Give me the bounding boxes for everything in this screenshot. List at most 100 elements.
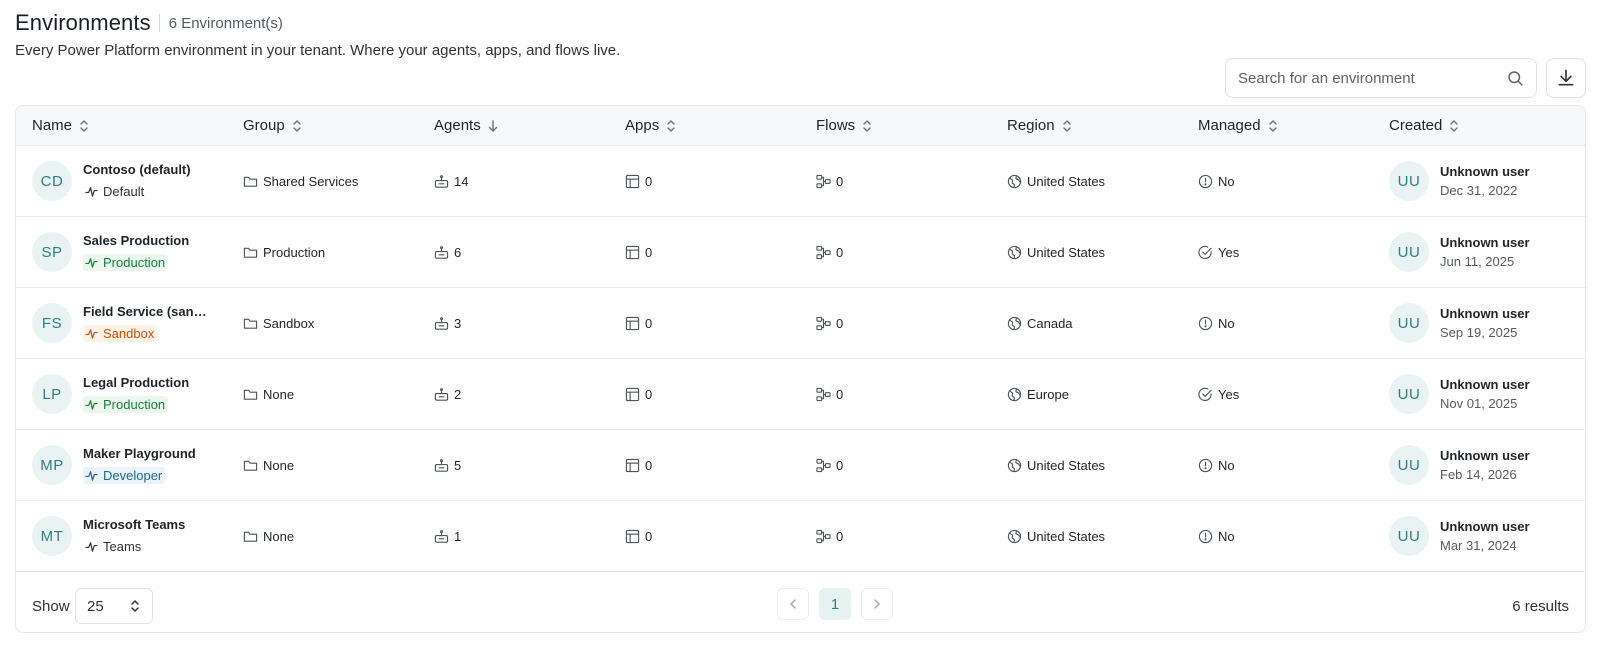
flows-value: 0 [836, 244, 844, 260]
cell-agents: 14 [434, 146, 468, 216]
globe-icon [1007, 245, 1022, 259]
cell-name: LP Legal Production Production [32, 359, 189, 429]
creator-avatar: UU [1389, 161, 1429, 201]
flows-value: 0 [836, 315, 844, 331]
page-title: Environments [15, 10, 151, 35]
cell-region: United States [1007, 430, 1105, 500]
table-body: CD Contoso (default) Default Shared Serv… [16, 146, 1585, 572]
page-button-current[interactable]: 1 [819, 588, 851, 620]
table-header: Name Group Agents Apps Flows Region Managed Cre… [16, 106, 1585, 146]
cell-group: None [243, 359, 294, 429]
environment-name[interactable]: Sales Production [83, 233, 189, 248]
cell-flows: 0 [816, 430, 843, 500]
group-value: None [263, 386, 295, 402]
environment-name[interactable]: Legal Production [83, 375, 189, 390]
globe-icon [1007, 387, 1022, 401]
table-row[interactable]: MP Maker Playground Developer None 5 0 0… [16, 430, 1585, 501]
previous-page-button[interactable] [777, 588, 809, 620]
next-page-button[interactable] [861, 588, 893, 620]
cell-apps: 0 [625, 217, 652, 287]
region-value: United States [1027, 457, 1106, 473]
globe-icon [1007, 174, 1022, 188]
robot-icon [434, 174, 449, 188]
column-header-label: Created [1389, 117, 1443, 134]
cell-name: MT Microsoft Teams Teams [32, 501, 185, 571]
column-header-agents[interactable]: Agents [434, 117, 499, 134]
environment-name[interactable]: Maker Playground [83, 446, 196, 461]
info-circle-icon [1198, 458, 1213, 472]
folder-icon [243, 389, 258, 400]
region-value: United States [1027, 173, 1106, 189]
environment-count: 6 Environment(s) [168, 14, 283, 32]
environment-type-badge: Sandbox [83, 325, 158, 342]
table-row[interactable]: MT Microsoft Teams Teams None 1 0 0 Unit… [16, 501, 1585, 572]
group-value: Sandbox [263, 315, 315, 331]
column-header-flows[interactable]: Flows [816, 117, 873, 134]
flow-icon [816, 245, 831, 259]
environment-name[interactable]: Contoso (default) [83, 162, 191, 177]
column-header-label: Agents [434, 117, 481, 134]
cell-apps: 0 [625, 501, 652, 571]
flows-value: 0 [836, 528, 844, 544]
column-header-managed[interactable]: Managed [1198, 117, 1279, 134]
pagination: 1 [777, 588, 893, 620]
table-row[interactable]: CD Contoso (default) Default Shared Serv… [16, 146, 1585, 217]
cell-managed: Yes [1198, 359, 1239, 429]
search-input[interactable] [1238, 69, 1506, 87]
cell-agents: 2 [434, 359, 461, 429]
cell-group: Shared Services [243, 146, 358, 216]
search-box[interactable] [1225, 58, 1537, 98]
creator-avatar: UU [1389, 516, 1429, 556]
apps-value: 0 [645, 386, 653, 402]
chevron-right-icon [874, 599, 881, 609]
cell-name: SP Sales Production Production [32, 217, 189, 287]
creator-avatar: UU [1389, 374, 1429, 414]
table-row[interactable]: LP Legal Production Production None 2 0 … [16, 359, 1585, 430]
column-header-name[interactable]: Name [32, 117, 90, 134]
agents-value: 14 [454, 173, 469, 189]
environment-type-label: Sandbox [103, 326, 155, 341]
column-header-group[interactable]: Group [243, 117, 303, 134]
apps-value: 0 [645, 457, 653, 473]
created-date: Nov 01, 2025 [1440, 396, 1518, 411]
robot-icon [434, 529, 449, 543]
download-button[interactable] [1546, 58, 1586, 98]
region-value: United States [1027, 528, 1106, 544]
agents-value: 1 [454, 528, 462, 544]
chevron-up-down-icon [131, 600, 139, 612]
apps-value: 0 [645, 528, 653, 544]
environment-name[interactable]: Field Service (sandbox) [83, 304, 209, 319]
creator-name: Unknown user [1440, 164, 1530, 179]
agents-value: 5 [454, 457, 462, 473]
table-footer: Show 25 1 6 results [16, 572, 1585, 632]
page-subtitle: Every Power Platform environment in your… [15, 42, 621, 59]
table-row[interactable]: SP Sales Production Production Productio… [16, 217, 1585, 288]
flow-icon [816, 529, 831, 543]
cell-managed: No [1198, 430, 1235, 500]
page-size-value: 25 [87, 597, 104, 615]
cell-created: UU Unknown user Feb 14, 2026 [1389, 430, 1530, 500]
cell-managed: No [1198, 501, 1235, 571]
search-icon[interactable] [1506, 69, 1524, 87]
column-header-region[interactable]: Region [1007, 117, 1073, 134]
folder-icon [243, 176, 258, 187]
cell-agents: 1 [434, 501, 461, 571]
table-row[interactable]: FS Field Service (sandbox) Sandbox Sandb… [16, 288, 1585, 359]
environment-name[interactable]: Microsoft Teams [83, 517, 185, 532]
globe-icon [1007, 316, 1022, 330]
folder-icon [243, 531, 258, 542]
column-header-label: Region [1007, 117, 1055, 134]
managed-value: No [1218, 457, 1235, 473]
column-header-created[interactable]: Created [1389, 117, 1460, 134]
environment-type-label: Developer [103, 468, 163, 483]
column-header-label: Flows [816, 117, 856, 134]
cell-region: Canada [1007, 288, 1073, 358]
avatar: MP [32, 445, 72, 485]
created-date: Dec 31, 2022 [1440, 183, 1518, 198]
creator-avatar: UU [1389, 232, 1429, 272]
info-circle-icon [1198, 529, 1213, 543]
page-size-select[interactable]: 25 [75, 588, 153, 624]
cell-managed: No [1198, 146, 1235, 216]
folder-icon [243, 318, 258, 329]
column-header-apps[interactable]: Apps [625, 117, 677, 134]
